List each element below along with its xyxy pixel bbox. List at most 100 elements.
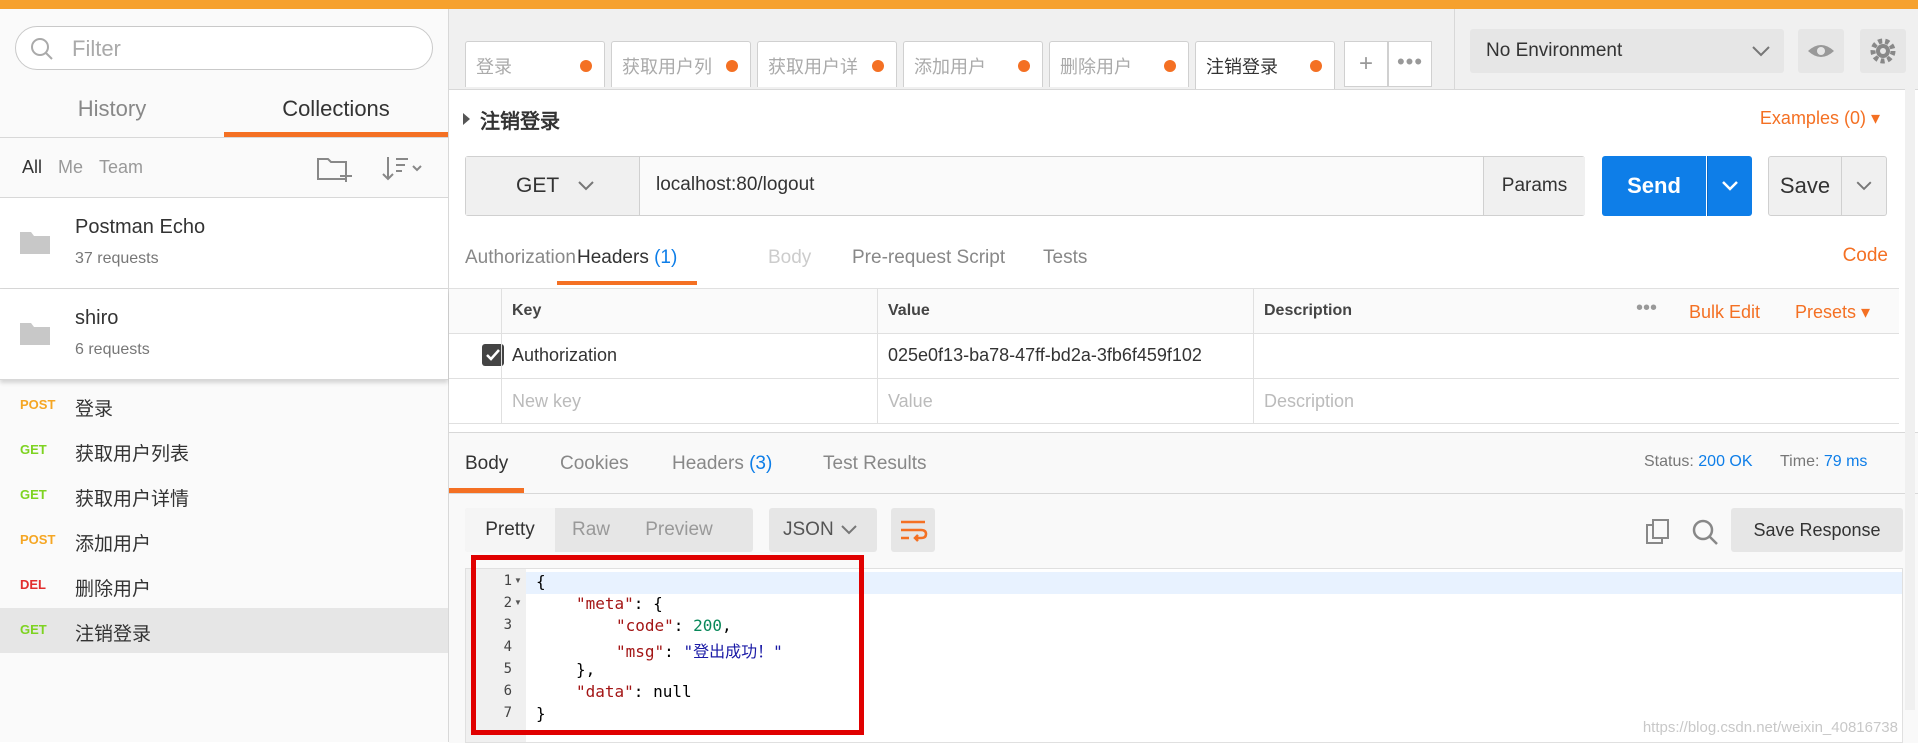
collection-filter-row: All Me Team [0, 137, 448, 198]
new-tab-button[interactable]: + [1344, 41, 1388, 87]
main-panel: 登录 获取用户列 获取用户详 添加用户 删除用户 注销登录 + ••• No E… [449, 9, 1918, 743]
header-description-cell[interactable] [1253, 333, 1899, 378]
collection-shiro[interactable]: shiro 6 requests [0, 289, 448, 380]
save-response-button[interactable]: Save Response [1731, 508, 1903, 552]
tab-label: 添加用户 [914, 57, 986, 77]
code-line: { [536, 572, 546, 591]
format-label: JSON [783, 519, 834, 540]
wrap-lines-icon [901, 520, 928, 542]
examples-dropdown[interactable]: Examples (0) ▾ [1760, 108, 1880, 129]
sidebar: History Collections All Me Team Postman … [0, 9, 449, 742]
request-tab[interactable]: 获取用户详 [757, 41, 897, 87]
send-button[interactable]: Send [1602, 156, 1706, 216]
code-text: : { [633, 594, 663, 613]
send-dropdown-button[interactable] [1707, 156, 1752, 216]
environment-select[interactable]: No Environment [1470, 29, 1784, 73]
bulk-edit-link[interactable]: Bulk Edit [1689, 302, 1760, 323]
tab-cookies[interactable]: Cookies [560, 443, 629, 493]
main-scrollbar-track[interactable] [1905, 80, 1915, 710]
divider [1454, 9, 1455, 89]
method-select[interactable]: GET [466, 157, 640, 215]
manage-environments-button[interactable] [1860, 29, 1906, 73]
request-tab-active[interactable]: 注销登录 [1195, 41, 1335, 89]
url-bar: GET localhost:80/logout Params [465, 156, 1585, 216]
line-number: 5 [503, 661, 512, 677]
more-options-icon[interactable]: ••• [1636, 297, 1657, 320]
json-key: "data" [576, 682, 634, 701]
expand-triangle-icon [463, 113, 470, 125]
new-key-placeholder: New key [512, 391, 582, 411]
save-dropdown-button[interactable] [1842, 156, 1887, 216]
response-body-editor[interactable]: 1 ▼ 2 ▼ 3 4 5 6 7 { "meta": { "code": 20… [465, 568, 1903, 743]
environment-quick-look-button[interactable] [1798, 29, 1844, 73]
save-button[interactable]: Save [1768, 156, 1842, 216]
view-preview-button[interactable]: Preview [627, 508, 731, 552]
new-key-input[interactable]: New key [501, 379, 877, 423]
tab-tests[interactable]: Tests [1043, 237, 1087, 285]
tab-body[interactable]: Body [768, 237, 811, 285]
header-key: Authorization [512, 345, 618, 365]
fold-arrow-icon[interactable]: ▼ [514, 598, 522, 607]
line-number: 4 [503, 639, 512, 655]
params-button[interactable]: Params [1483, 157, 1585, 215]
json-key: "msg" [616, 642, 665, 661]
filter-box[interactable] [15, 26, 433, 70]
format-select[interactable]: JSON [769, 508, 877, 552]
request-item[interactable]: GET 获取用户详情 [0, 473, 448, 518]
line-number: 1 [503, 573, 512, 589]
chevron-down-icon [578, 181, 594, 191]
code-line: "data": null [576, 682, 692, 701]
filter-input[interactable] [70, 33, 414, 65]
view-pretty-button[interactable]: Pretty [465, 508, 555, 552]
request-name: 注销登录 [75, 624, 152, 645]
request-item[interactable]: POST 添加用户 [0, 518, 448, 563]
code-text: } [536, 704, 546, 723]
request-item[interactable]: GET 获取用户列表 [0, 428, 448, 473]
tab-history[interactable]: History [0, 81, 224, 137]
sort-icon[interactable] [380, 153, 424, 183]
code-text: , [721, 616, 732, 635]
copy-icon[interactable] [1644, 518, 1672, 546]
request-item[interactable]: DEL 删除用户 [0, 563, 448, 608]
request-tab[interactable]: 获取用户列 [611, 41, 751, 87]
tab-collections[interactable]: Collections [224, 81, 448, 137]
tab-response-body[interactable]: Body [449, 443, 525, 493]
sidebar-tabs: History Collections [0, 81, 448, 138]
code-link[interactable]: Code [1843, 245, 1888, 267]
view-raw-button[interactable]: Raw [555, 508, 627, 552]
collection-postman-echo[interactable]: Postman Echo 37 requests [0, 198, 448, 289]
request-item[interactable]: POST 登录 [0, 383, 448, 428]
status-value[interactable]: 200 OK [1698, 453, 1752, 470]
code-text: }, [576, 660, 596, 679]
tab-prerequest-script[interactable]: Pre-request Script [852, 237, 1005, 285]
request-title[interactable]: 注销登录 [463, 105, 560, 134]
tab-response-headers[interactable]: Headers (3) [672, 443, 772, 493]
line-number: 3 [503, 617, 512, 633]
new-collection-icon[interactable] [316, 153, 354, 183]
line-number: 7 [503, 705, 512, 721]
request-name: 登录 [75, 399, 114, 420]
url-input[interactable]: localhost:80/logout [656, 174, 814, 196]
new-description-input[interactable]: Description [1253, 379, 1899, 423]
headers-count: (1) [654, 247, 678, 268]
request-tab[interactable]: 删除用户 [1049, 41, 1189, 87]
header-key-cell[interactable]: Authorization [501, 333, 877, 378]
header-value-cell[interactable]: 025e0f13-ba78-47ff-bd2a-3fb6f459f102 [877, 333, 1253, 378]
code-line: "msg": "登出成功！" [616, 638, 783, 662]
request-tab[interactable]: 添加用户 [903, 41, 1043, 87]
presets-dropdown[interactable]: Presets ▾ [1795, 302, 1870, 323]
gear-icon [1870, 38, 1896, 64]
filter-me[interactable]: Me [58, 157, 83, 178]
more-tabs-button[interactable]: ••• [1388, 41, 1432, 87]
time-value[interactable]: 79 ms [1824, 453, 1868, 470]
tab-headers[interactable]: Headers (1) [557, 237, 698, 285]
fold-arrow-icon[interactable]: ▼ [514, 576, 522, 585]
request-tab[interactable]: 登录 [465, 41, 605, 87]
wrap-lines-button[interactable] [891, 508, 935, 552]
tab-test-results[interactable]: Test Results [823, 443, 926, 493]
new-value-input[interactable]: Value [877, 379, 1253, 423]
filter-all[interactable]: All [22, 157, 42, 178]
search-icon[interactable] [1691, 518, 1719, 546]
request-item-active[interactable]: GET 注销登录 [0, 608, 448, 653]
filter-team[interactable]: Team [99, 157, 143, 178]
